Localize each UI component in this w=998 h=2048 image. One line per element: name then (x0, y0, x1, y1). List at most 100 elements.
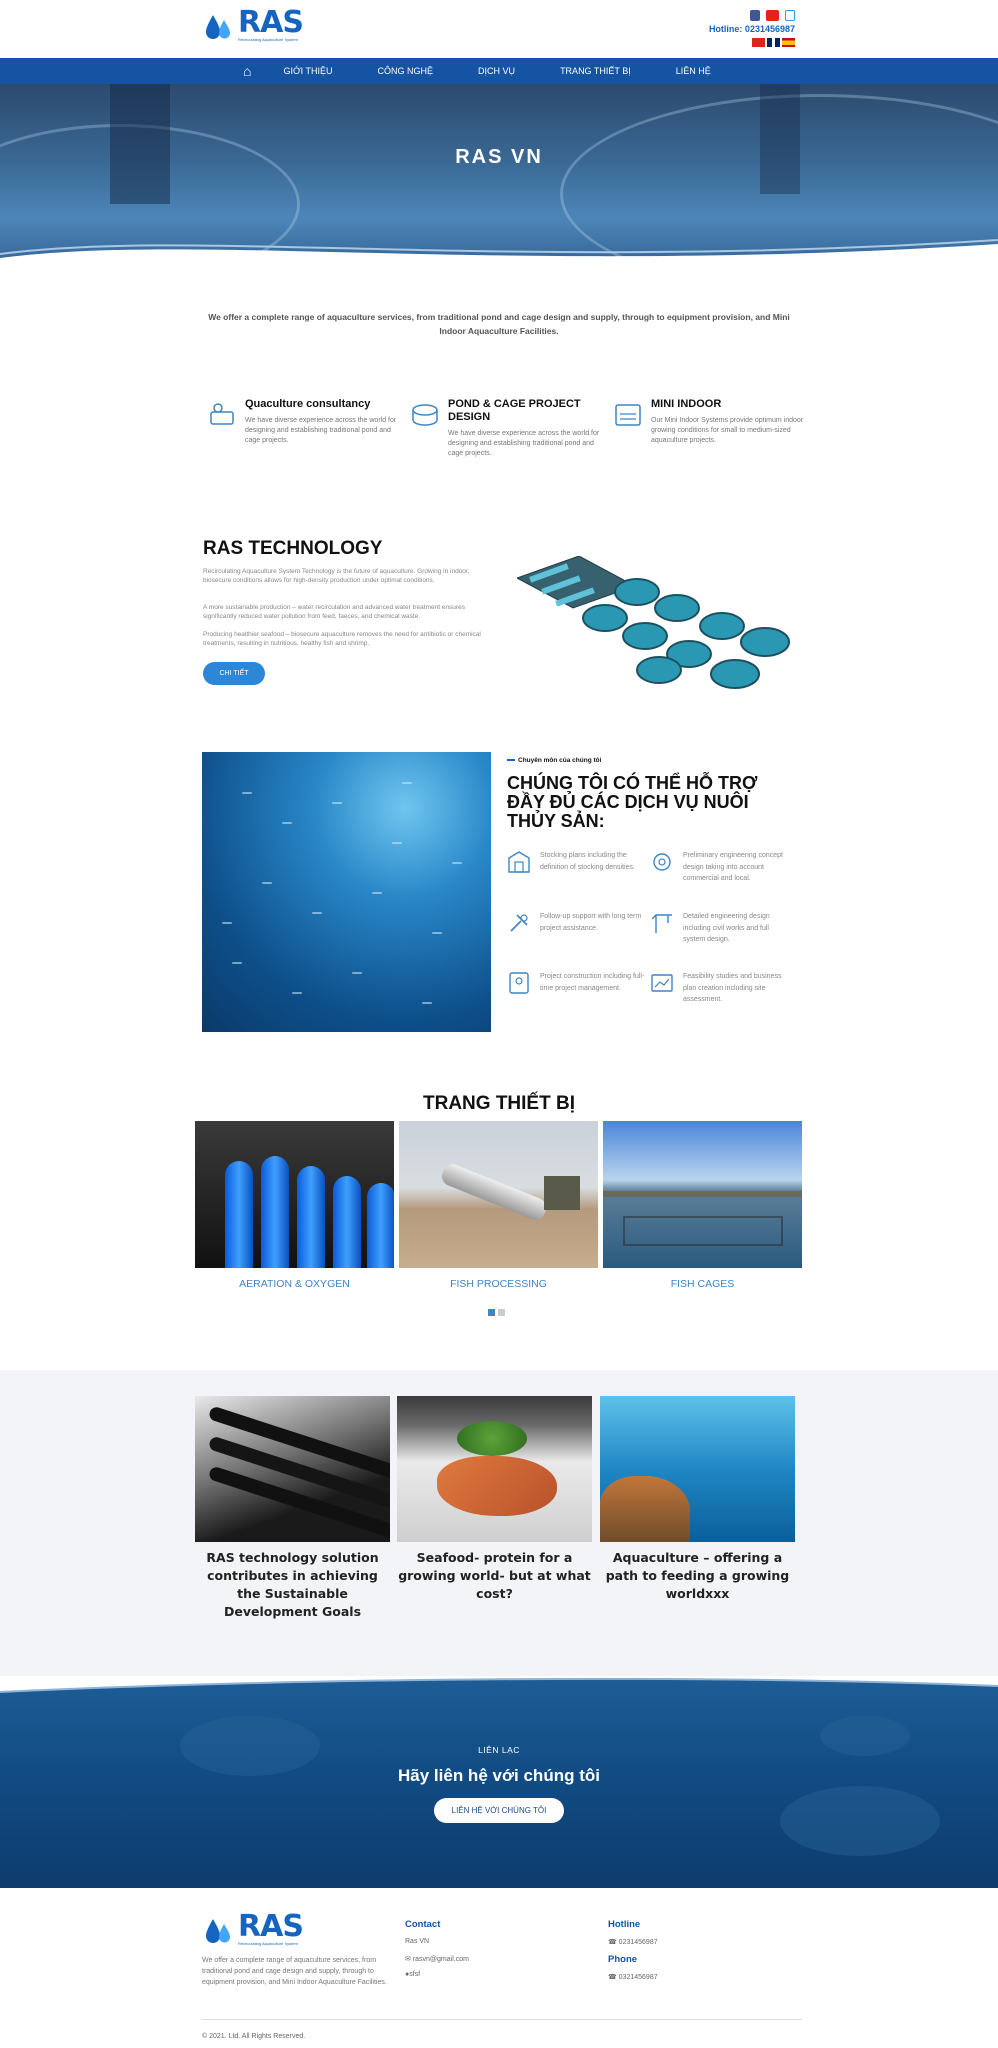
pipes-image (195, 1396, 390, 1542)
carousel-dot[interactable] (498, 1309, 505, 1316)
phone-icon: ☎ (608, 1939, 619, 1946)
nav-item-equipment[interactable]: TRANG THIẾT BỊ (560, 66, 631, 76)
footer-email-value: rasvn@gmail.com (412, 1956, 469, 1963)
hero-banner: RAS VN (0, 84, 998, 276)
support-tools-icon (510, 914, 528, 932)
footer-address-value: sfsf (409, 1971, 421, 1978)
header-hotline[interactable]: Hotline: 0231456987 (709, 24, 795, 34)
crane-icon (651, 914, 672, 933)
news-card[interactable]: Seafood- protein for a growing world- bu… (397, 1396, 592, 1603)
home-icon[interactable]: ⌂ (243, 63, 251, 79)
contact-kicker: LIÊN LẠC (478, 1745, 520, 1755)
expertise-text: Follow-up support with long term project… (540, 913, 642, 932)
service-title: POND & CAGE PROJECT DESIGN (448, 398, 581, 423)
hero-title: RAS VN (455, 146, 543, 168)
fish-processing-image (399, 1121, 598, 1268)
ras-tanks-illustration (517, 556, 790, 689)
business-plan-icon (651, 974, 673, 992)
footer-address: ●sfsf (405, 1971, 420, 1978)
footer-description: We offer a complete range of aquaculture… (202, 1957, 387, 1986)
expertise-item: Stocking plans including the definition … (507, 850, 647, 873)
main-nav: ⌂ GIỚI THIỆU CÔNG NGHỆ DỊCH VỤ TRANG THI… (0, 58, 998, 84)
footer-company: Ras VN (405, 1938, 430, 1945)
ras-title: RAS TECHNOLOGY (203, 538, 383, 559)
ras-paragraph-3: Producing healthier seafood – biosecure … (203, 631, 481, 647)
expertise-text: Detailed engineering design including ci… (683, 913, 770, 943)
carousel-dot-active[interactable] (488, 1309, 495, 1316)
expertise-item: Follow-up support with long term project… (507, 911, 647, 934)
fish-school-image (202, 752, 491, 1032)
service-consultancy[interactable]: Quaculture consultancy We have diverse e… (208, 398, 398, 446)
salmon-dish-image (397, 1396, 592, 1542)
service-title: Quaculture consultancy (245, 398, 371, 410)
expertise-text: Feasibility studies and business plan cr… (683, 973, 782, 1003)
envelope-icon: ✉ (405, 1956, 413, 1963)
service-title: MINI INDOOR (651, 398, 722, 410)
expertise-title: CHÚNG TÔI CÓ THỂ HỖ TRỢ ĐẦY ĐỦ CÁC DỊCH … (507, 773, 758, 831)
equipment-card-aeration[interactable]: AERATION & OXYGEN (195, 1121, 394, 1290)
expertise-text: Project construction including full-time… (540, 973, 645, 992)
footer-phone-value: 0321456987 (618, 1974, 658, 1981)
nav-item-about[interactable]: GIỚI THIỆU (283, 66, 332, 76)
news-title[interactable]: Aquaculture – offering a path to feeding… (600, 1549, 795, 1603)
ras-paragraph-2: A more sustainable production – water re… (203, 604, 465, 620)
contact-us-button[interactable]: LIÊN HỆ VỚI CHÚNG TÔI (434, 1798, 564, 1823)
indoor-tank-icon (615, 404, 641, 426)
farm-plan-icon (508, 851, 530, 873)
equipment-label: FISH PROCESSING (450, 1278, 547, 1290)
footer-hotline-value: 0231456987 (618, 1939, 658, 1946)
expertise-kicker: Chuyên môn của chúng tôi (507, 757, 601, 764)
footer-logo[interactable]: RAS Recirculating Aquaculture System (205, 1912, 304, 1946)
equipment-label: FISH CAGES (670, 1278, 735, 1290)
footer-hotline[interactable]: ☎ 0231456987 (608, 1938, 658, 1946)
nav-item-technology[interactable]: CÔNG NGHỆ (378, 66, 434, 76)
carousel-dots (488, 1309, 505, 1316)
coral-reef-image (600, 1396, 795, 1542)
contact-wave (0, 1676, 998, 1693)
footer-phone[interactable]: ☎ 0321456987 (608, 1973, 658, 1981)
footer-email[interactable]: ✉ rasvn@gmail.com (405, 1955, 469, 1963)
site-logo[interactable]: RAS Recirculating Aquaculture System (205, 8, 304, 42)
engineering-gear-icon (653, 853, 671, 871)
vietnamese-flag[interactable] (752, 38, 765, 47)
site-header: RAS Recirculating Aquaculture System Hot… (0, 0, 998, 58)
service-text: We have diverse experience across the wo… (448, 430, 600, 457)
nav-item-services[interactable]: DỊCH VỤ (478, 66, 515, 76)
logo-drops-icon (206, 15, 230, 39)
english-flag[interactable] (767, 38, 780, 47)
service-pond-cage[interactable]: POND & CAGE PROJECT DESIGN We have diver… (411, 398, 601, 459)
footer-divider (202, 2019, 802, 2020)
phone-icon: ☎ (608, 1974, 619, 1981)
expertise-item: Feasibility studies and business plan cr… (650, 971, 790, 1006)
contact-title: Hãy liên hệ với chúng tôi (398, 1766, 600, 1785)
youtube-icon[interactable] (766, 10, 779, 21)
news-title[interactable]: RAS technology solution contributes in a… (195, 1549, 390, 1621)
social-links (750, 10, 795, 21)
intro-text: We offer a complete range of aquaculture… (208, 312, 790, 336)
ras-detail-button[interactable]: CHI TIẾT (203, 662, 265, 685)
copyright: © 2021. Ltd. All Rights Reserved. (202, 2033, 306, 2040)
equipment-card-cages[interactable]: FISH CAGES (603, 1121, 802, 1290)
fish-cages-image (603, 1121, 802, 1268)
twitter-icon[interactable] (785, 10, 795, 21)
hero-wave (0, 239, 998, 276)
expertise-text: Preliminary engineering concept design t… (683, 852, 783, 882)
project-manager-icon (509, 972, 529, 994)
logo-tagline: Recirculating Aquaculture System (238, 1941, 298, 1946)
footer-hotline-heading: Hotline (608, 1919, 641, 1930)
pond-icon (412, 404, 438, 426)
consultancy-icon (210, 403, 234, 425)
facebook-icon[interactable] (750, 10, 760, 21)
news-card[interactable]: Aquaculture – offering a path to feeding… (600, 1396, 795, 1603)
news-card[interactable]: RAS technology solution contributes in a… (195, 1396, 390, 1621)
service-text: Our Mini Indoor Systems provide optimum … (651, 417, 804, 444)
logo-text: RAS (238, 1909, 304, 1944)
service-mini-indoor[interactable]: MINI INDOOR Our Mini Indoor Systems prov… (614, 398, 804, 446)
expertise-item: Preliminary engineering concept design t… (650, 850, 790, 885)
logo-text: RAS (238, 5, 304, 40)
spanish-flag[interactable] (782, 38, 795, 47)
ras-paragraph-1: Recirculating Aquaculture System Technol… (203, 568, 470, 584)
news-title[interactable]: Seafood- protein for a growing world- bu… (397, 1549, 592, 1603)
equipment-card-processing[interactable]: FISH PROCESSING (399, 1121, 598, 1290)
nav-item-contact[interactable]: LIÊN HỆ (676, 66, 711, 76)
